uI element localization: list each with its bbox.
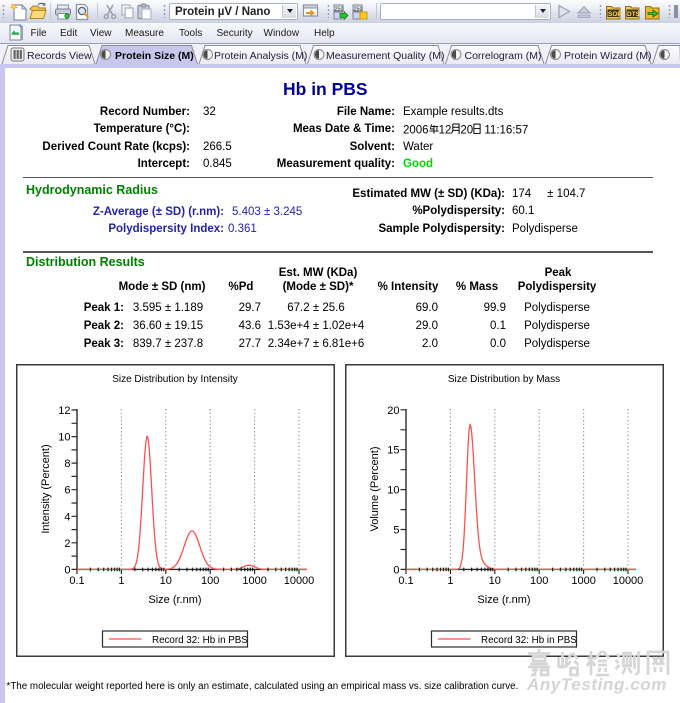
svg-text:Size Distribution by Mass: Size Distribution by Mass [447,374,559,385]
svg-text:20: 20 [387,405,399,417]
svg-text:DTS: DTS [627,11,641,18]
svg-text:10: 10 [387,485,399,497]
svg-text:Size (r.nm): Size (r.nm) [477,594,530,606]
svg-text:Record 32: Hb in PBS: Record 32: Hb in PBS [152,635,248,646]
svg-text:5: 5 [393,525,399,537]
svg-text:Size (r.nm): Size (r.nm) [148,594,201,606]
svg-text:10: 10 [58,432,70,444]
svg-text:Volume (Percent): Volume (Percent) [369,447,381,532]
svg-text:Correlogram (M): Correlogram (M) [465,50,542,62]
svg-text:Measurement Quality (M): Measurement Quality (M) [326,50,444,62]
svg-text:1: 1 [447,575,453,587]
svg-text:Protein Size (M): Protein Size (M) [115,50,194,62]
svg-text:10: 10 [160,575,172,587]
svg-text:12: 12 [58,405,70,417]
svg-text:15: 15 [387,445,399,457]
svg-text:100: 100 [530,575,548,587]
svg-text:SOP: SOP [608,11,622,18]
svg-text:0.1: 0.1 [69,575,84,587]
svg-text:1000: 1000 [242,575,266,587]
svg-text:Size Distribution by Intensity: Size Distribution by Intensity [112,374,238,385]
svg-text:Intensity (Percent): Intensity (Percent) [40,444,52,533]
svg-text:100: 100 [201,575,219,587]
svg-text:Protein Wizard (M): Protein Wizard (M) [564,50,652,62]
svg-text:4: 4 [64,511,70,523]
svg-text:Record 32: Hb in PBS: Record 32: Hb in PBS [481,635,577,646]
svg-text:0.1: 0.1 [398,575,413,587]
svg-text:Records View: Records View [27,50,92,62]
svg-text:6: 6 [64,485,70,497]
svg-text:1: 1 [118,575,124,587]
svg-text:2: 2 [64,538,70,550]
svg-text:10000: 10000 [284,575,315,587]
svg-text:10: 10 [488,575,500,587]
svg-text:8: 8 [64,458,70,470]
svg-text:Protein Analysis (M): Protein Analysis (M) [214,50,307,62]
svg-text:1000: 1000 [571,575,595,587]
svg-text:10000: 10000 [612,575,643,587]
